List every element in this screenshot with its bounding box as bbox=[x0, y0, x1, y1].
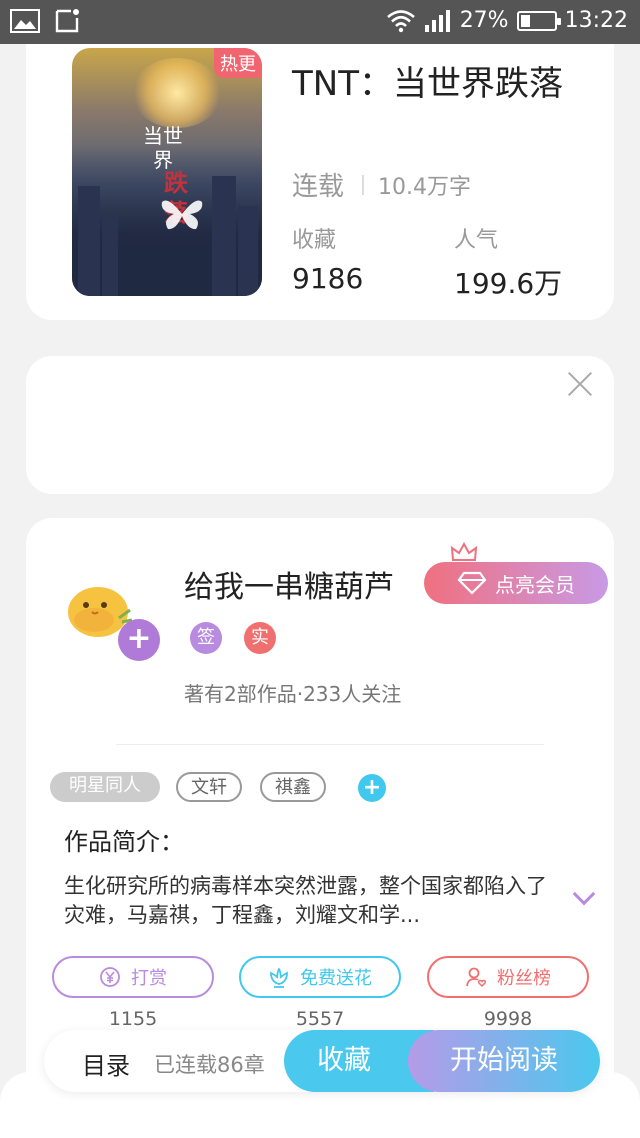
author-name[interactable]: 给我一串糖葫芦 bbox=[184, 562, 394, 606]
book-cover[interactable]: 当世界 跌落 热更 bbox=[72, 48, 262, 296]
ad-card bbox=[26, 356, 614, 494]
verified-badge: 实 bbox=[244, 622, 276, 654]
yen-icon bbox=[100, 967, 120, 987]
wifi-icon bbox=[386, 9, 415, 32]
start-reading-button[interactable]: 开始阅读 bbox=[408, 1030, 600, 1092]
cover-building bbox=[238, 206, 258, 296]
table-of-contents-button[interactable]: 目录 bbox=[82, 1046, 130, 1081]
add-tag-button[interactable]: + bbox=[358, 774, 386, 802]
cover-building bbox=[102, 216, 118, 296]
book-meta: 连载 10.4万字 bbox=[292, 166, 471, 203]
clock: 13:22 bbox=[564, 8, 628, 33]
user-heart-icon bbox=[466, 967, 487, 988]
popularity-value: 199.6万 bbox=[454, 267, 563, 300]
book-title: TNT：当世界跌落 bbox=[292, 64, 563, 104]
close-icon[interactable] bbox=[566, 370, 594, 398]
cover-sun bbox=[132, 58, 222, 128]
butterfly-icon bbox=[161, 200, 203, 230]
vip-button[interactable]: 点亮会员 bbox=[424, 562, 608, 604]
cover-building bbox=[78, 186, 100, 296]
signal-icon bbox=[424, 9, 450, 32]
hot-badge: 热更 bbox=[214, 48, 262, 78]
diamond-icon bbox=[457, 571, 487, 595]
battery-percent: 27% bbox=[459, 8, 509, 33]
screenshot-icon bbox=[55, 9, 79, 33]
flower-icon bbox=[270, 967, 288, 988]
fan-ranking-button[interactable]: 粉丝榜 bbox=[427, 956, 589, 998]
cover-title-text: 当世界 bbox=[143, 124, 183, 172]
send-flower-label: 免费送花 bbox=[300, 968, 372, 989]
tip-label: 打赏 bbox=[131, 968, 167, 989]
vip-button-label: 点亮会员 bbox=[495, 572, 575, 597]
tag-character[interactable]: 祺鑫 bbox=[260, 772, 326, 802]
chevron-down-icon[interactable] bbox=[572, 882, 596, 906]
favorites-label: 收藏 bbox=[292, 228, 337, 253]
popularity-label: 人气 bbox=[454, 228, 499, 253]
word-count: 10.4万字 bbox=[378, 174, 472, 200]
gallery-icon bbox=[10, 9, 40, 33]
meta-divider bbox=[362, 174, 365, 195]
battery-level bbox=[520, 14, 530, 27]
crown-icon bbox=[450, 542, 478, 564]
intro-text[interactable]: 生化研究所的病毒样本突然泄露，整个国家都陷入了灾难，马嘉祺，丁程鑫，刘耀文和学.… bbox=[64, 872, 554, 930]
tag-character[interactable]: 文轩 bbox=[176, 772, 242, 802]
tip-count: 1155 bbox=[108, 1008, 158, 1030]
book-info-card: 当世界 跌落 热更 TNT：当世界跌落 连载 10.4万字 收藏 人气 9186… bbox=[26, 44, 614, 320]
serial-status: 连载 bbox=[292, 172, 345, 202]
favorites-value: 9186 bbox=[292, 262, 364, 295]
tip-button[interactable]: 打赏 bbox=[52, 956, 214, 998]
divider bbox=[116, 744, 544, 745]
chapter-count: 已连载86章 bbox=[154, 1053, 265, 1077]
battery-icon bbox=[516, 10, 561, 31]
intro-heading: 作品简介： bbox=[64, 828, 184, 856]
cover-building bbox=[212, 176, 236, 296]
follow-author-button[interactable]: + bbox=[118, 619, 160, 661]
fan-ranking-label: 粉丝榜 bbox=[497, 968, 551, 989]
send-flower-button[interactable]: 免费送花 bbox=[239, 956, 401, 998]
flower-count: 5557 bbox=[295, 1008, 345, 1030]
signed-badge: 签 bbox=[190, 622, 222, 654]
author-stats: 著有2部作品·233人关注 bbox=[184, 682, 402, 706]
fan-count: 9998 bbox=[483, 1008, 533, 1030]
tag-genre[interactable]: 明星同人 bbox=[50, 772, 160, 802]
bottom-action-bar: 目录 已连载86章 收藏 开始阅读 bbox=[44, 1030, 600, 1092]
status-bar: 27% 13:22 bbox=[0, 0, 640, 44]
